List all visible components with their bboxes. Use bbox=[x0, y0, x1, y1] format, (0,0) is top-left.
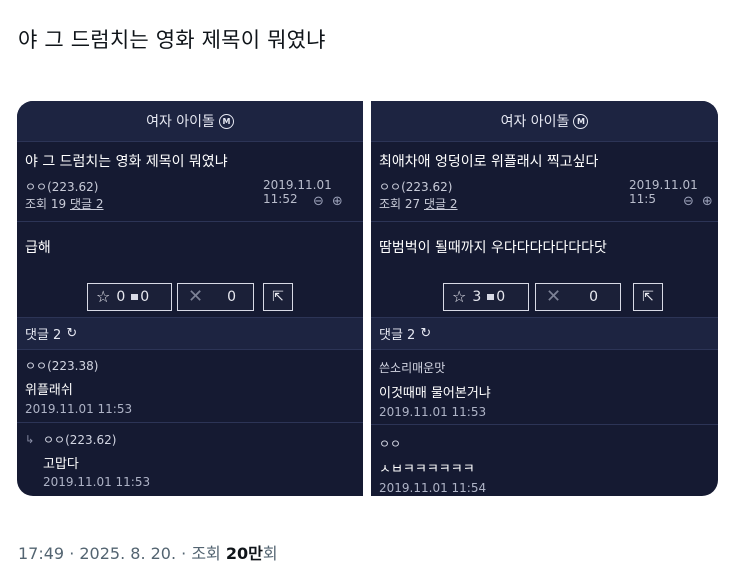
comment-count-link[interactable]: 댓글 2 bbox=[424, 197, 458, 211]
minor-gallery-badge-icon: M bbox=[573, 113, 589, 129]
comment-bar: 댓글 2 ↻ bbox=[371, 317, 718, 350]
tweet-media[interactable]: 여자 아이돌 M 야 그 드럼치는 영화 제목이 뭐였냐 ㅇㅇ(223.62) … bbox=[17, 101, 718, 496]
view-count: 조회 19 bbox=[25, 197, 67, 211]
board-header: 여자 아이돌 M bbox=[17, 101, 363, 142]
recommend-button[interactable]: ☆ 0 0 bbox=[87, 283, 172, 311]
comment-bar-label: 댓글 2 bbox=[379, 328, 416, 343]
comment-author: 쓴소리매운맛 bbox=[379, 361, 446, 375]
comment-count-link[interactable]: 댓글 2 bbox=[70, 197, 104, 211]
downvote-button[interactable]: ✕ 0 bbox=[535, 283, 621, 311]
post-body: 급해 bbox=[25, 240, 51, 256]
reply-date: 2019.11.01 11:53 bbox=[43, 475, 151, 489]
comment-author: ㅇㅇ(223.38) bbox=[25, 359, 99, 373]
refresh-icon[interactable]: ↻ bbox=[66, 326, 77, 341]
share-icon: ⇱ bbox=[272, 289, 284, 305]
post-author: ㅇㅇ(223.62) bbox=[379, 180, 453, 194]
post-body: 땀범벅이 될때까지 우다다다다다다다닷 bbox=[379, 240, 607, 256]
share-button[interactable]: ⇱ bbox=[633, 283, 663, 311]
downvote-count: 0 bbox=[227, 289, 237, 305]
divider bbox=[17, 422, 363, 423]
minor-gallery-badge-icon: M bbox=[218, 113, 234, 129]
downvote-button[interactable]: ✕ 0 bbox=[177, 283, 254, 311]
post-stats: 조회 27 댓글 2 bbox=[379, 195, 458, 212]
reply-text: 고맙다 bbox=[43, 457, 79, 472]
post-title: 최애차애 엉덩이로 위플래시 찍고싶다 bbox=[379, 154, 599, 170]
view-count: 조회 27 bbox=[379, 197, 421, 211]
screenshot-left: 여자 아이돌 M 야 그 드럼치는 영화 제목이 뭐였냐 ㅇㅇ(223.62) … bbox=[17, 101, 363, 496]
comment-text: 위플래쉬 bbox=[25, 383, 73, 398]
comment-author: ㅇㅇ bbox=[379, 437, 402, 451]
zoom-in-icon[interactable]: ⊕ bbox=[702, 194, 718, 209]
star-icon: ☆ bbox=[452, 287, 467, 306]
recommend-count: 3 bbox=[472, 289, 482, 305]
post-author: ㅇㅇ(223.62) bbox=[25, 180, 99, 194]
view-count-suffix: 회 bbox=[262, 544, 278, 563]
divider bbox=[371, 221, 718, 222]
fixed-recommend-count: 0 bbox=[496, 289, 506, 305]
tweet-text: 야 그 드럼치는 영화 제목이 뭐였냐 bbox=[18, 28, 326, 52]
fixed-recommend-count: 0 bbox=[140, 289, 150, 305]
board-header: 여자 아이돌 M bbox=[371, 101, 718, 142]
fixed-recommend-icon bbox=[487, 294, 495, 300]
tweet-meta: 17:49 · 2025. 8. 20. · 조회 20만회 bbox=[18, 540, 278, 564]
x-icon: ✕ bbox=[188, 286, 204, 307]
comment-bar-label: 댓글 2 bbox=[25, 328, 62, 343]
reply-author: ㅇㅇ(223.62) bbox=[43, 433, 117, 447]
star-icon: ☆ bbox=[96, 287, 111, 306]
zoom-out-icon[interactable]: ⊖ bbox=[313, 194, 332, 209]
comment-bar: 댓글 2 ↻ bbox=[17, 317, 363, 350]
comment-text: 이것때매 물어본거냐 bbox=[379, 386, 491, 401]
comment-date: 2019.11.01 11:54 bbox=[379, 481, 487, 495]
screenshot-right: 여자 아이돌 M 최애차애 엉덩이로 위플래시 찍고싶다 ㅇㅇ(223.62) … bbox=[371, 101, 718, 496]
reply-arrow-icon: ↳ bbox=[25, 433, 35, 446]
comment-date: 2019.11.01 11:53 bbox=[379, 405, 487, 419]
divider bbox=[17, 221, 363, 222]
downvote-count: 0 bbox=[589, 289, 599, 305]
x-icon: ✕ bbox=[546, 286, 562, 307]
post-stats: 조회 19 댓글 2 bbox=[25, 195, 104, 212]
zoom-out-icon[interactable]: ⊖ bbox=[683, 194, 702, 209]
fixed-recommend-icon bbox=[131, 294, 139, 300]
recommend-count: 0 bbox=[116, 289, 126, 305]
post-title: 야 그 드럼치는 영화 제목이 뭐였냐 bbox=[25, 154, 228, 170]
divider bbox=[371, 424, 718, 425]
comment-text: ㅅㅂㅋㅋㅋㅋㅋㅋ bbox=[379, 462, 475, 477]
recommend-button[interactable]: ☆ 3 0 bbox=[443, 283, 529, 311]
board-name: 여자 아이돌 bbox=[146, 114, 215, 130]
zoom-controls: ⊖⊕ bbox=[313, 194, 351, 209]
comment-date: 2019.11.01 11:53 bbox=[25, 402, 133, 416]
timestamp[interactable]: 17:49 · 2025. 8. 20. · 조회 bbox=[18, 544, 226, 563]
refresh-icon[interactable]: ↻ bbox=[420, 326, 431, 341]
share-button[interactable]: ⇱ bbox=[263, 283, 293, 311]
zoom-controls: ⊖⊕ bbox=[683, 194, 718, 209]
zoom-in-icon[interactable]: ⊕ bbox=[332, 194, 351, 209]
view-count-number: 20만 bbox=[225, 544, 263, 563]
share-icon: ⇱ bbox=[642, 289, 654, 305]
board-name: 여자 아이돌 bbox=[500, 114, 570, 130]
